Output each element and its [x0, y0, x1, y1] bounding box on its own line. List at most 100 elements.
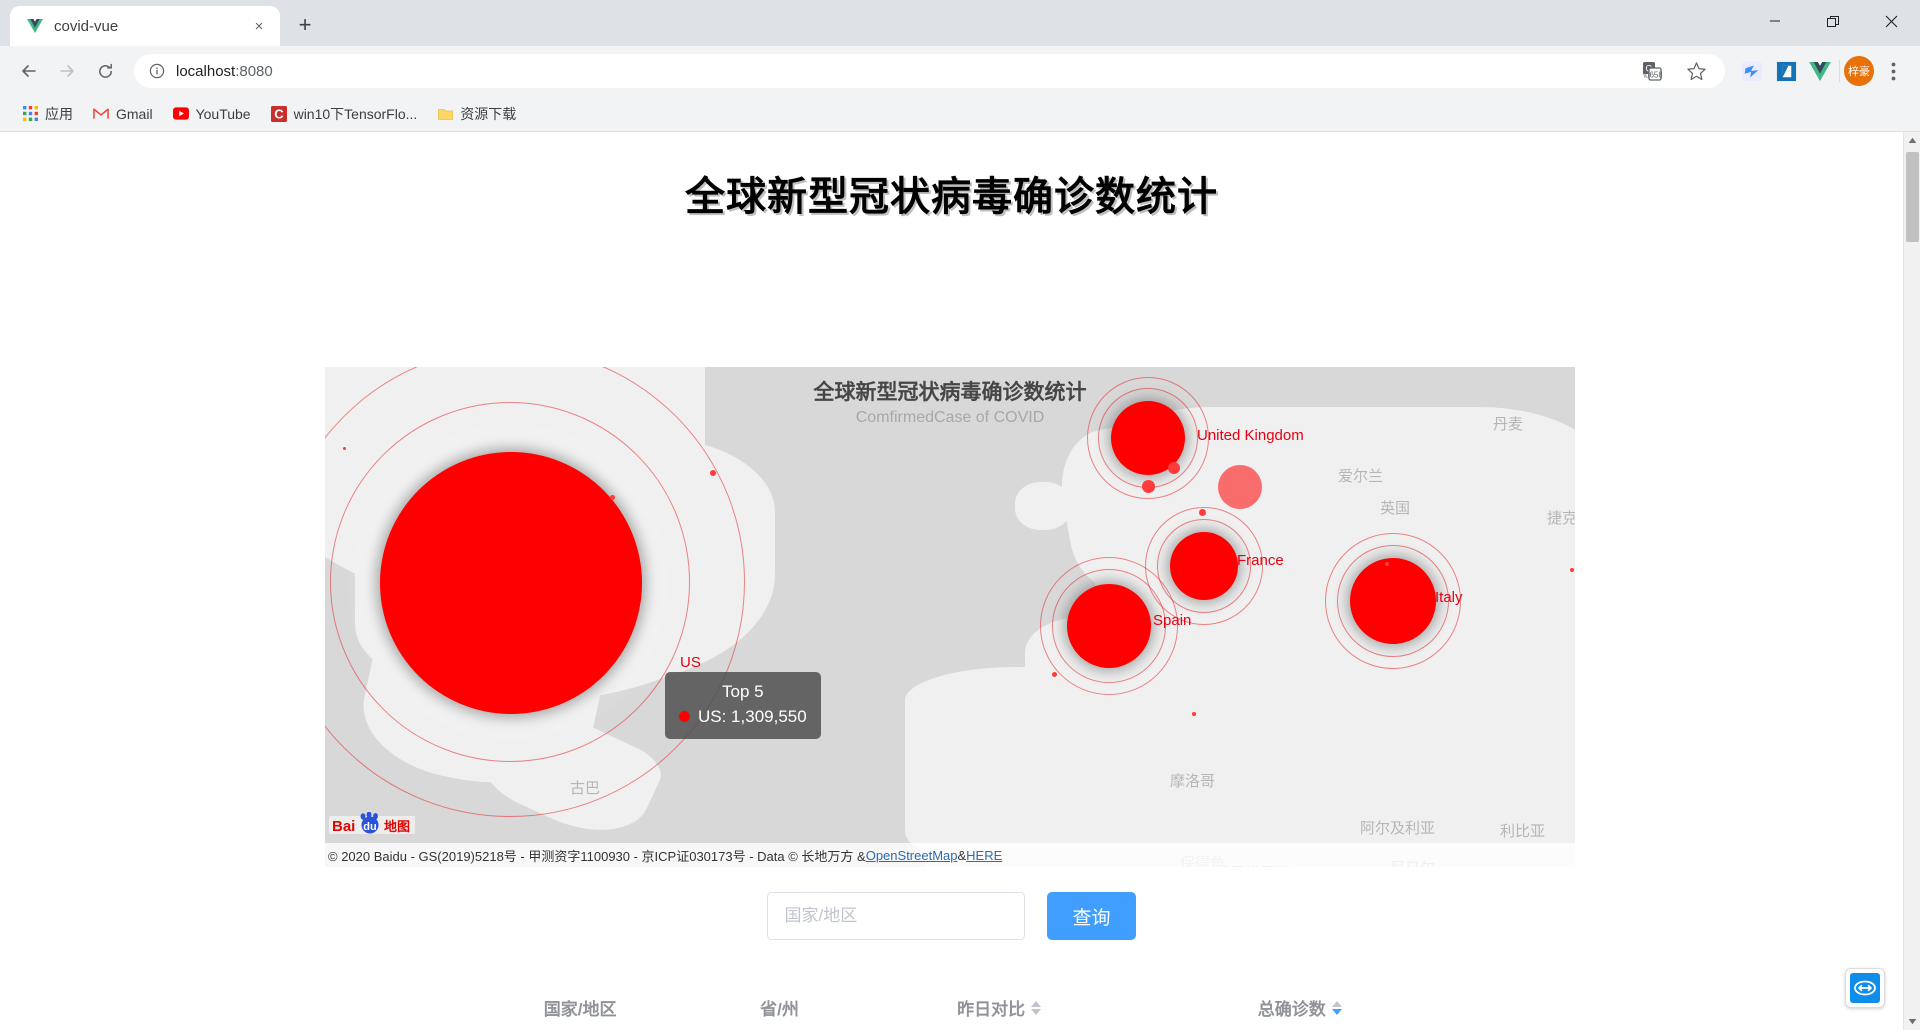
- teamviewer-widget[interactable]: [1845, 968, 1885, 1008]
- map-region-label: 古巴: [570, 780, 601, 797]
- baidu-map-logo[interactable]: Bai du 地图: [328, 811, 416, 837]
- map-dot: [1052, 672, 1057, 677]
- column-label: 国家/地区: [543, 1000, 617, 1019]
- attribution-text: © 2020 Baidu - GS(2019)5218号 - 甲测资字11009…: [328, 848, 866, 864]
- window-controls: [1746, 0, 1920, 42]
- gmail-icon: [93, 106, 109, 122]
- map-region-label: 利比亚: [1500, 823, 1546, 840]
- close-tab-icon[interactable]: ×: [248, 15, 270, 37]
- minimize-button[interactable]: [1746, 0, 1804, 42]
- toolbar-divider: [1839, 60, 1840, 82]
- column-label: 省/州: [760, 1000, 799, 1019]
- scrollbar-thumb[interactable]: [1906, 152, 1919, 242]
- map-dot: [1142, 480, 1155, 493]
- map-dot: [610, 495, 615, 500]
- search-button[interactable]: 查询: [1047, 892, 1136, 940]
- map-marker-label-france: France: [1237, 552, 1284, 569]
- bookmark-star-icon[interactable]: [1681, 56, 1711, 86]
- bookmark-label: win10下TensorFlo...: [293, 105, 418, 122]
- map-dot: [1570, 568, 1574, 572]
- covid-data-table: 国家/地区 省/州 昨日对比 总确诊数: [450, 977, 1450, 1030]
- restore-button[interactable]: [1804, 0, 1862, 42]
- title-bar: covid-vue × +: [0, 0, 1920, 46]
- forward-button[interactable]: [50, 54, 84, 88]
- browser-toolbar: localhost:8080 G \u6587: [0, 46, 1920, 96]
- bookmark-item-apps[interactable]: 应用: [14, 100, 81, 128]
- map-region-label: 英国: [1380, 500, 1411, 517]
- map-attribution: © 2020 Baidu - GS(2019)5218号 - 甲测资字11009…: [325, 843, 1575, 867]
- column-label: 总确诊数: [1257, 1000, 1326, 1019]
- bookmarks-bar: 应用 Gmail YouTube C win10下TensorFlo... 资源…: [0, 96, 1920, 132]
- bookmark-item-gmail[interactable]: Gmail: [85, 102, 161, 126]
- landmass-ireland: [1015, 482, 1071, 530]
- openstreetmap-link[interactable]: OpenStreetMap: [866, 848, 958, 863]
- info-circle-icon[interactable]: [148, 62, 166, 80]
- sort-arrows-icon[interactable]: [1331, 1000, 1342, 1015]
- tooltip-value: US: 1,309,550: [698, 706, 807, 726]
- tooltip-series-dot: [679, 711, 690, 723]
- translate-icon[interactable]: G \u6587: [1637, 56, 1667, 86]
- map-tooltip: Top 5 US: 1,309,550: [665, 672, 821, 740]
- scroll-down-arrow-icon[interactable]: [1904, 1013, 1920, 1030]
- bookmark-label: 应用: [45, 105, 73, 122]
- teamviewer-icon: [1850, 973, 1880, 1003]
- map-region-label: 阿尔及利亚: [1360, 820, 1436, 837]
- map-bubble-italy[interactable]: [1350, 558, 1436, 644]
- map-dot: [1385, 562, 1389, 566]
- country-search-input[interactable]: [767, 892, 1026, 940]
- chart-title: 全球新型冠状病毒确诊数统计: [813, 381, 1087, 404]
- url-text: localhost:8080: [176, 63, 273, 80]
- svg-text:C: C: [274, 106, 284, 121]
- omnibox-actions: G \u6587: [1637, 56, 1711, 86]
- svg-text:地图: 地图: [384, 819, 410, 834]
- page-scrollbar[interactable]: [1903, 132, 1920, 1030]
- column-header-daily-change[interactable]: 昨日对比: [848, 977, 1150, 1030]
- bookmark-label: Gmail: [116, 105, 153, 122]
- back-button[interactable]: [12, 54, 46, 88]
- scroll-up-arrow-icon[interactable]: [1904, 132, 1920, 149]
- reload-button[interactable]: [88, 54, 122, 88]
- url-host: localhost: [176, 62, 236, 80]
- folder-icon: [437, 106, 453, 122]
- profile-avatar[interactable]: 梓豪: [1844, 56, 1874, 86]
- map-bubble-france[interactable]: [1170, 532, 1238, 600]
- map-bubble-spain[interactable]: [1067, 584, 1151, 668]
- bookmark-item-downloads[interactable]: 资源下载: [429, 100, 524, 128]
- map-bubble-germany[interactable]: [1218, 465, 1262, 509]
- url-port: :8080: [235, 62, 273, 80]
- extension-bird-icon[interactable]: [1737, 56, 1767, 86]
- map-marker-label-italy: Italy: [1435, 589, 1463, 606]
- map-marker-label-spain: Spain: [1153, 612, 1192, 629]
- column-label: 昨日对比: [957, 1000, 1026, 1019]
- tooltip-row: US: 1,309,550: [679, 705, 807, 730]
- map-dot: [710, 470, 716, 476]
- covid-map-chart[interactable]: 全球新型冠状病毒确诊数统计 ComfirmedCase of COVID 古巴 …: [325, 367, 1575, 867]
- svg-text:Bai: Bai: [332, 818, 355, 835]
- browser-tab-covid-vue[interactable]: covid-vue ×: [10, 6, 280, 46]
- bookmark-label: YouTube: [195, 105, 251, 122]
- extension-blue-square-icon[interactable]: [1771, 56, 1801, 86]
- page-title: 全球新型冠状病毒确诊数统计: [685, 175, 1218, 219]
- close-window-button[interactable]: [1862, 0, 1920, 42]
- map-region-label: 爱尔兰: [1338, 468, 1384, 485]
- vue-devtools-icon[interactable]: [1805, 56, 1835, 86]
- map-bubble-us[interactable]: [380, 452, 642, 714]
- tab-strip: covid-vue × +: [0, 0, 322, 46]
- svg-text:\u6587: \u6587: [1643, 71, 1662, 80]
- column-header-province[interactable]: 省/州: [710, 977, 849, 1030]
- new-tab-button[interactable]: +: [288, 8, 322, 42]
- address-bar[interactable]: localhost:8080 G \u6587: [134, 54, 1725, 88]
- here-link[interactable]: HERE: [966, 848, 1002, 863]
- tooltip-title: Top 5: [722, 682, 764, 701]
- attribution-amp: &: [957, 847, 967, 863]
- apps-grid-icon: [22, 106, 38, 122]
- chrome-menu-icon[interactable]: [1878, 56, 1908, 86]
- csdn-icon: C: [270, 105, 287, 122]
- sort-arrows-icon[interactable]: [1031, 1000, 1042, 1015]
- bookmark-item-youtube[interactable]: YouTube: [165, 102, 259, 126]
- column-header-total-confirmed[interactable]: 总确诊数: [1149, 977, 1450, 1030]
- column-header-country[interactable]: 国家/地区: [450, 977, 711, 1030]
- table-header-row: 国家/地区 省/州 昨日对比 总确诊数: [450, 977, 1450, 1030]
- page-content: 全球新型冠状病毒确诊数统计 全球新型冠状病毒确诊数统计 ComfirmedCas…: [0, 132, 1903, 1030]
- bookmark-item-tensorflow[interactable]: C win10下TensorFlo...: [263, 100, 426, 128]
